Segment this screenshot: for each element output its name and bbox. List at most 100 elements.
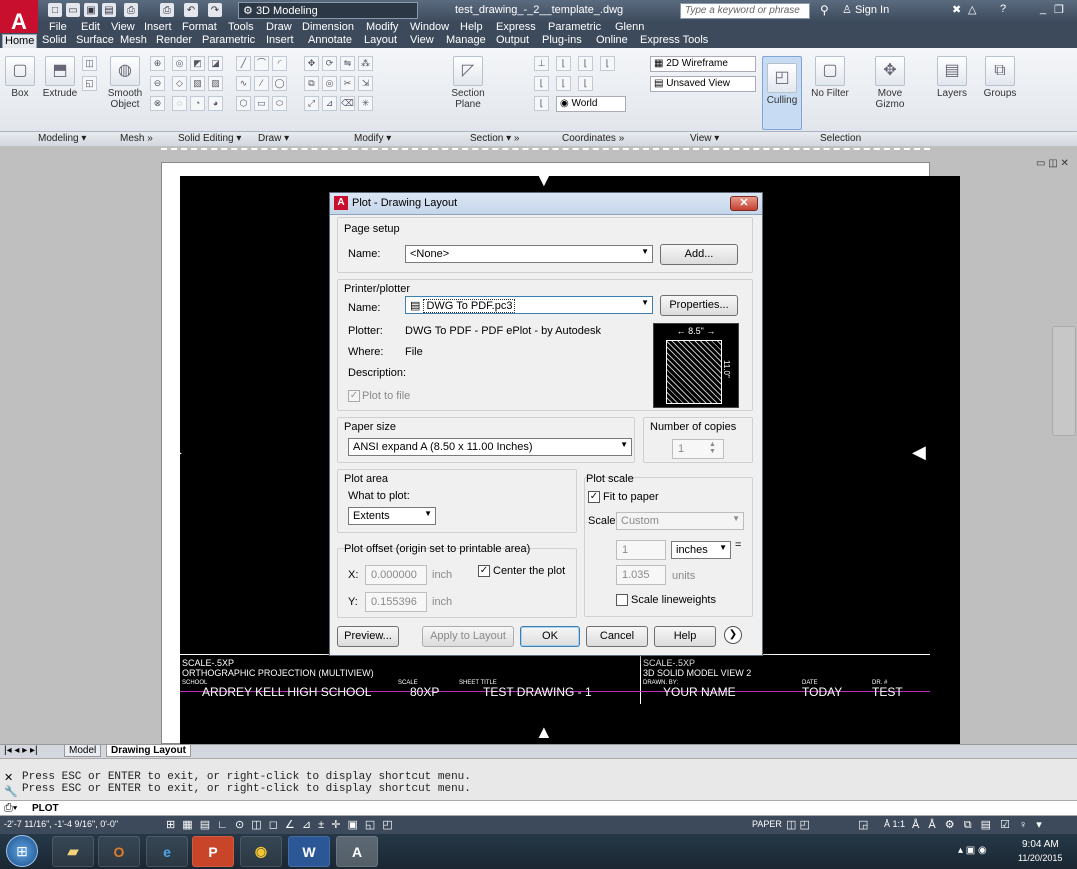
ucs-view-icon[interactable]: ⌊ xyxy=(534,76,549,91)
mesh-refine-icon[interactable]: ⊖ xyxy=(150,76,165,91)
printer-properties-button[interactable]: Properties... xyxy=(660,295,738,316)
add-page-setup-button[interactable]: Add... xyxy=(660,244,738,265)
scale-unit-select[interactable]: inches ▼ xyxy=(671,541,731,559)
mesh-smooth-icon[interactable]: ⊕ xyxy=(150,56,165,71)
layout-icons[interactable]: ◫ ◰ xyxy=(786,818,810,831)
powerpoint-icon[interactable]: P xyxy=(192,836,234,867)
loft-icon[interactable]: ◱ xyxy=(82,76,97,91)
menu-draw[interactable]: Draw xyxy=(266,21,292,33)
ucs-y-icon[interactable]: ⌊ xyxy=(600,56,615,71)
help-button[interactable]: Help xyxy=(654,626,716,647)
xline-icon[interactable]: ⁄ xyxy=(254,76,269,91)
tab-model[interactable]: Model xyxy=(64,745,102,757)
tab-manage[interactable]: Manage xyxy=(444,34,488,48)
spline-icon[interactable]: ∿ xyxy=(236,76,251,91)
menu-parametric[interactable]: Parametric xyxy=(548,21,601,33)
drafting-toggles-icon[interactable]: ⊞ ▦ ▤ ∟ ⊙ ◫ ◻ ∠ ⊿ ± ✛ ▣ ◱ ◰ xyxy=(166,818,395,831)
no-filter-button[interactable]: ▢ No Filter xyxy=(806,56,854,99)
annotation-scale[interactable]: Å 1:1 xyxy=(884,819,905,829)
align-icon[interactable]: ⊿ xyxy=(322,96,337,111)
outlook-icon[interactable]: O xyxy=(98,836,140,867)
menu-tools[interactable]: Tools xyxy=(228,21,254,33)
fillet-edge-icon[interactable]: ◔ xyxy=(190,96,205,111)
extract-edges-icon[interactable]: ◌ xyxy=(172,96,187,111)
menu-help[interactable]: Help xyxy=(460,21,483,33)
panel-view[interactable]: View ▾ xyxy=(690,133,719,144)
line-icon[interactable]: ╱ xyxy=(236,56,251,71)
tab-drawing-layout[interactable]: Drawing Layout xyxy=(106,745,192,757)
save-icon[interactable]: ▣ xyxy=(84,3,98,17)
plot-icon[interactable]: ⎙ xyxy=(124,3,138,17)
redo-icon[interactable]: ↷ xyxy=(208,3,222,17)
offset-y-input[interactable]: 0.155396 xyxy=(365,592,427,612)
ok-button[interactable]: OK xyxy=(520,626,580,647)
panel-modify[interactable]: Modify ▾ xyxy=(354,133,391,144)
coordinates-world-select[interactable]: ◉ World xyxy=(556,96,626,112)
page-setup-name-select[interactable]: <None> ▼ xyxy=(405,245,653,263)
ucs-named-icon[interactable]: ⌊ xyxy=(534,96,549,111)
menu-modify[interactable]: Modify xyxy=(366,21,398,33)
polygon-icon[interactable]: ⬡ xyxy=(236,96,251,111)
tray-icons[interactable]: ▴ ▣ ◉ xyxy=(958,845,987,856)
box-button[interactable]: ▢ Box xyxy=(4,56,36,99)
circle-icon[interactable]: ◯ xyxy=(272,76,287,91)
intersect-icon[interactable]: ◪ xyxy=(208,56,223,71)
panel-solid-editing[interactable]: Solid Editing ▾ xyxy=(178,133,241,144)
panel-draw[interactable]: Draw ▾ xyxy=(258,133,289,144)
workspace-selector[interactable]: ⚙ 3D Modeling xyxy=(238,2,418,19)
named-view-select[interactable]: ▤ Unsaved View xyxy=(650,76,756,92)
start-button[interactable]: ⊞ xyxy=(6,835,38,867)
wrench-icon[interactable]: 🔧 xyxy=(4,785,18,798)
copies-input[interactable]: 1 ▲ ▼ xyxy=(672,439,724,459)
offset-icon[interactable]: ◎ xyxy=(322,76,337,91)
paper-space-toggle[interactable]: PAPER xyxy=(752,819,782,829)
panel-section[interactable]: Section ▾ » xyxy=(470,133,520,144)
clock-time[interactable]: 9:04 AM xyxy=(1022,839,1059,850)
help-icon[interactable]: ? xyxy=(1000,3,1006,15)
extrude-button[interactable]: ⬒ Extrude xyxy=(40,56,80,99)
menu-file[interactable]: File xyxy=(49,21,67,33)
shell-icon[interactable]: ▨ xyxy=(208,76,223,91)
tab-parametric[interactable]: Parametric xyxy=(200,34,257,48)
tab-view[interactable]: View xyxy=(408,34,436,48)
tab-output[interactable]: Output xyxy=(494,34,531,48)
tab-nav-arrows-icon[interactable]: |◂ ◂ ▸ ▸| xyxy=(4,745,38,756)
trim-icon[interactable]: ✂ xyxy=(340,76,355,91)
panel-mesh[interactable]: Mesh » xyxy=(120,133,153,144)
navigation-bar[interactable] xyxy=(1052,326,1076,436)
menu-glenn[interactable]: Glenn xyxy=(615,21,644,33)
scale-icon[interactable]: ⤢ xyxy=(304,96,319,111)
offset-x-input[interactable]: 0.000000 xyxy=(365,565,427,585)
layers-button[interactable]: ▤ Layers xyxy=(932,56,972,99)
viewport-controls-icon[interactable]: ▭ ◫ ✕ xyxy=(1036,158,1069,169)
tab-plugins[interactable]: Plug-ins xyxy=(540,34,584,48)
tab-express-tools[interactable]: Express Tools xyxy=(638,34,710,48)
tab-surface[interactable]: Surface xyxy=(74,34,116,48)
print-icon[interactable]: ⎙ xyxy=(160,3,174,17)
arc-icon[interactable]: ◜ xyxy=(272,56,287,71)
menu-express[interactable]: Express xyxy=(496,21,536,33)
section-plane-button[interactable]: ◸ Section Plane xyxy=(440,56,496,110)
mesh-crease-icon[interactable]: ⊗ xyxy=(150,96,165,111)
tab-online[interactable]: Online xyxy=(594,34,630,48)
groups-button[interactable]: ⧉ Groups xyxy=(980,56,1020,99)
copy-icon[interactable]: ⧉ xyxy=(304,76,319,91)
scale-select[interactable]: Custom ▼ xyxy=(616,512,744,530)
command-input[interactable]: ⎙▾ PLOT xyxy=(0,800,1077,816)
erase-icon[interactable]: ⌫ xyxy=(340,96,355,111)
subtract-icon[interactable]: ◩ xyxy=(190,56,205,71)
minimize-icon[interactable]: _ xyxy=(1040,3,1046,15)
sign-in-link[interactable]: ♙ Sign In xyxy=(842,3,889,16)
culling-button[interactable]: ◰ Culling xyxy=(762,56,802,130)
plot-to-file-checkbox[interactable]: ✓ xyxy=(348,390,360,402)
apply-to-layout-button[interactable]: Apply to Layout xyxy=(422,626,514,647)
file-explorer-icon[interactable]: ▰ xyxy=(52,836,94,867)
undo-icon[interactable]: ↶ xyxy=(184,3,198,17)
menu-edit[interactable]: Edit xyxy=(81,21,100,33)
panel-coordinates[interactable]: Coordinates » xyxy=(562,133,624,144)
array-icon[interactable]: ⁂ xyxy=(358,56,373,71)
ellipse-icon[interactable]: ⬭ xyxy=(272,96,287,111)
ucs-world-icon[interactable]: ⌊ xyxy=(556,56,571,71)
menu-view[interactable]: View xyxy=(111,21,135,33)
presspull-icon[interactable]: ◫ xyxy=(82,56,97,71)
